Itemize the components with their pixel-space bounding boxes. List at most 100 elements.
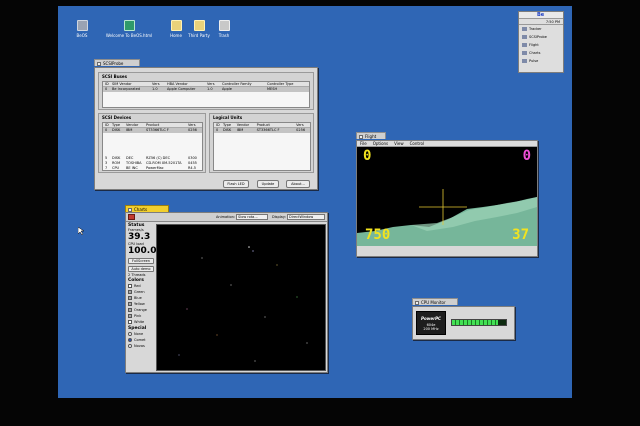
close-icon[interactable] [97, 61, 101, 66]
cpu-load-meter [451, 319, 507, 326]
charts-window: Animation: Slow rota... Display: DirectW… [125, 212, 328, 373]
menu-control[interactable]: Control [407, 141, 427, 146]
tracker-icon [522, 27, 527, 31]
scsi-devices-table[interactable]: ID Type Vendor Product Vers 0 DISK IBM S… [102, 122, 203, 171]
scsi-devices-panel: SCSI Devices ID Type Vendor Product Vers… [98, 113, 206, 173]
deskbar-app-scsiprobe[interactable]: SCSIProbe [519, 33, 563, 41]
readout-top-left: 0 [363, 148, 372, 164]
table-row[interactable]: 0 DISK IBM ST3366TLC F 0256 [103, 128, 202, 133]
close-icon[interactable] [415, 300, 419, 305]
trash-icon [218, 20, 230, 31]
charts-toolbar: Animation: Slow rota... Display: DirectW… [126, 213, 327, 222]
charts-title-tab[interactable]: Charts [125, 205, 169, 212]
desktop-icon-label: BeOS [76, 33, 88, 38]
starfield-canvas[interactable] [156, 224, 326, 371]
checkmark-icon: x [128, 308, 132, 312]
star [264, 316, 266, 318]
star [186, 308, 188, 310]
star [248, 246, 250, 248]
readout-bottom-left: 750 [365, 227, 391, 243]
scsiprobe-window: SCSI Buses ID SIM Vendor Vers HBA Vendor… [94, 67, 318, 190]
cpu-badge: PowerPC 604e 200 MHz [416, 311, 446, 335]
scsiprobe-title-tab[interactable]: SCSIProbe [94, 59, 140, 66]
deskbar-app-flight[interactable]: Flight [519, 41, 563, 49]
checkmark-icon: x [128, 290, 132, 294]
flight-icon [522, 43, 527, 47]
scsi-buses-table[interactable]: ID SIM Vendor Vers HBA Vendor Vers Contr… [102, 81, 310, 108]
checkbox-box [128, 284, 132, 288]
flight-title-tab[interactable]: Flight [356, 132, 386, 139]
cpu-load-value: 100.0 [128, 246, 157, 256]
desktop-icon-trash[interactable]: Trash [204, 20, 244, 38]
close-icon[interactable] [128, 207, 132, 212]
checkmark-icon: x [128, 302, 132, 306]
scsi-devices-heading: SCSI Devices [102, 115, 132, 120]
special-radio-novas[interactable]: Novas [128, 343, 154, 349]
readout-bottom-right: 37 [512, 227, 529, 243]
deskbar-app-charts[interactable]: Charts [519, 49, 563, 57]
table-row[interactable]: 7 CPU BE INC PowerMac R4.5 [103, 166, 202, 171]
logical-units-table[interactable]: ID Type Vendor Product Vers 0 DISK IBM S… [213, 122, 311, 171]
table-row[interactable]: 0 DISK IBM ST3366TLC F 0256 [214, 128, 310, 133]
cpu-monitor-title-tab[interactable]: CPU Monitor [412, 298, 458, 305]
be-menu-button[interactable]: Be [519, 12, 563, 19]
scsiprobe-icon [522, 35, 527, 39]
mouse-pointer-icon [78, 227, 84, 235]
pulse-icon [522, 59, 527, 63]
auto-demo-button[interactable]: Auto demo [128, 266, 154, 272]
threads-label: 2 Threads [128, 273, 146, 277]
document-icon [123, 20, 135, 31]
flight-window: File Options View Control 0 0 750 37 [356, 140, 538, 257]
animation-label: Animation: [216, 215, 236, 219]
logical-units-panel: Logical Units ID Type Vendor Product Ver… [209, 113, 314, 173]
menu-file[interactable]: File [357, 141, 370, 146]
radio-selected-icon [128, 338, 132, 342]
menu-options[interactable]: Options [370, 141, 391, 146]
desktop-icon-label: Trash [218, 33, 230, 38]
starfield [178, 246, 308, 362]
scsi-buses-panel: SCSI Buses ID SIM Vendor Vers HBA Vendor… [98, 72, 314, 110]
radio-icon [128, 344, 132, 348]
cpu-load-fill [452, 320, 498, 325]
logical-units-heading: Logical Units [213, 115, 243, 120]
animation-select[interactable]: Slow rota... [236, 214, 268, 220]
checkbox-box [128, 320, 132, 324]
star [296, 296, 298, 298]
charts-sidebar: Status Frames/s 39.3 CPU load 100.0 Full… [128, 223, 157, 349]
flash-led-button[interactable]: Flash LED [223, 180, 249, 188]
scsi-buses-heading: SCSI Buses [102, 74, 128, 79]
cpu-monitor-window: PowerPC 604e 200 MHz [412, 306, 515, 340]
desktop-icon-welcome[interactable]: Welcome To BeOS.html [104, 20, 154, 38]
fps-value: 39.3 [128, 232, 151, 242]
star [306, 342, 308, 344]
star [276, 264, 278, 266]
flight-viewport[interactable]: 0 0 750 37 [357, 147, 537, 246]
desktop-icon-label: Welcome To BeOS.html [105, 33, 153, 38]
desktop[interactable]: BeOS Welcome To BeOS.html Home Third Par… [58, 6, 572, 398]
display-select[interactable]: DirectWindow [287, 214, 325, 220]
menu-view[interactable]: View [391, 141, 407, 146]
folder-icon [193, 20, 205, 31]
deskbar-app-tracker[interactable]: Tracker [519, 25, 563, 33]
fullscreen-button[interactable]: FullScreen [128, 258, 154, 264]
update-button[interactable]: Update [257, 180, 279, 188]
display-label: Display: [272, 215, 286, 219]
charts-icon [522, 51, 527, 55]
cpu-speed: 200 MHz [423, 327, 439, 331]
record-button[interactable] [128, 214, 135, 220]
cpu-brand: PowerPC [421, 316, 441, 321]
star [252, 250, 254, 252]
desktop-icon-beos[interactable]: BeOS [62, 20, 102, 38]
about-button[interactable]: About... [286, 180, 310, 188]
table-row[interactable] [103, 138, 202, 143]
close-icon[interactable] [359, 134, 363, 139]
deskbar-app-pulse[interactable]: Pulse [519, 57, 563, 65]
color-checkbox-white[interactable]: White [128, 319, 154, 325]
readout-top-right: 0 [522, 148, 531, 164]
disk-icon [76, 20, 88, 31]
deskbar[interactable]: Be 7:50 PM Tracker SCSIProbe Flight Char… [518, 11, 564, 73]
star [254, 360, 256, 362]
table-row[interactable]: 0 Be Incorporated 1.0 Apple Computer 1.0… [103, 87, 309, 92]
checkmark-icon: x [128, 296, 132, 300]
star [178, 354, 180, 356]
